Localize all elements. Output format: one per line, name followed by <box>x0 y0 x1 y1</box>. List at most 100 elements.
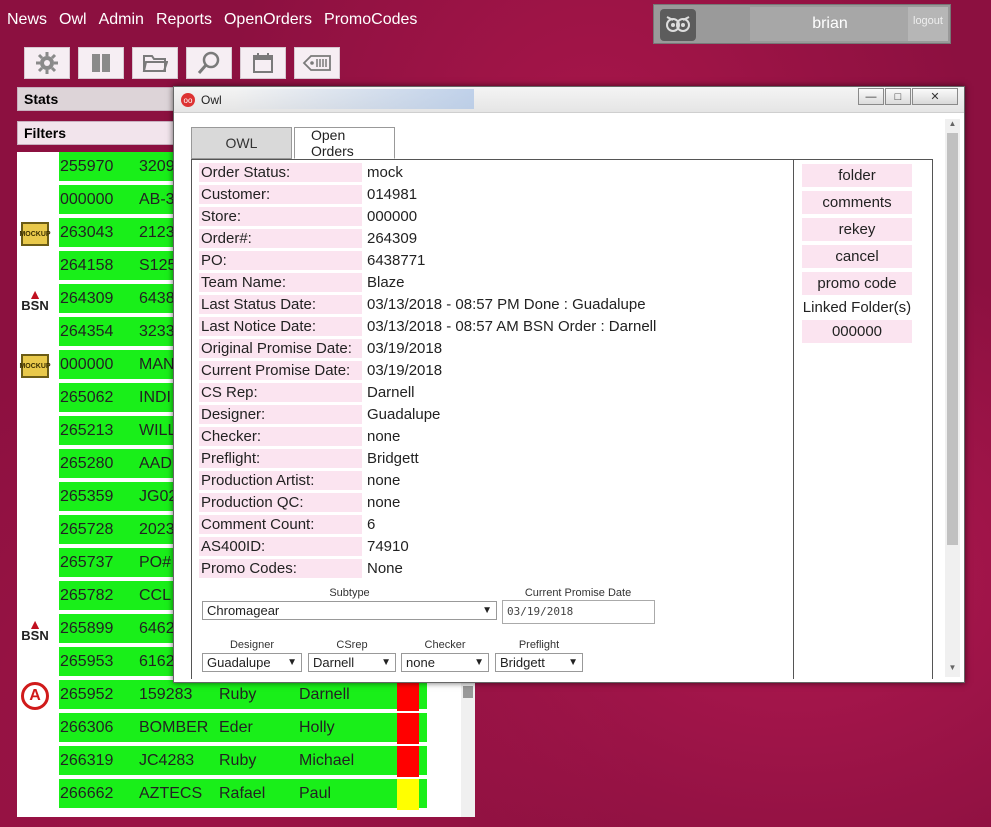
cancel-button[interactable]: cancel <box>802 245 912 268</box>
settings-button[interactable] <box>24 47 70 79</box>
columns-icon <box>92 54 110 72</box>
checker-select[interactable]: none ▼ <box>401 653 489 672</box>
cell-order: 265953 <box>60 653 114 670</box>
field-label: Production Artist: <box>199 471 362 490</box>
cell-po: BOMBER <box>139 719 209 736</box>
cell-po: 6462 <box>139 620 175 637</box>
linked-folder-link[interactable]: 000000 <box>802 320 912 343</box>
cell-a: Rafael <box>219 785 266 802</box>
cell-order: 266306 <box>60 719 114 736</box>
scroll-down-icon[interactable]: ▼ <box>945 663 960 677</box>
cell-a: Ruby <box>219 752 257 769</box>
promo-code-button[interactable]: promo code <box>802 272 912 295</box>
field-label: Comment Count: <box>199 515 362 534</box>
comments-button[interactable]: comments <box>802 191 912 214</box>
tag-button[interactable] <box>294 47 340 79</box>
subtype-value: Chromagear <box>207 603 280 618</box>
cell-order: 255970 <box>60 158 114 175</box>
empty-icon-cell <box>19 715 51 743</box>
checker-value: none <box>406 655 435 670</box>
scroll-up-icon[interactable]: ▲ <box>945 119 960 133</box>
order-row[interactable]: 266319 JC4283 Ruby Michael <box>17 746 475 777</box>
rekey-button[interactable]: rekey <box>802 218 912 241</box>
csrep-label: CSrep <box>336 639 368 651</box>
order-row[interactable]: 266662 AZTECS Rafael Paul <box>17 779 475 810</box>
cell-po: 3233 <box>139 323 175 340</box>
field-label: Original Promise Date: <box>199 339 362 358</box>
cell-order: 265782 <box>60 587 114 604</box>
status-indicator <box>397 680 419 711</box>
search-icon <box>197 51 220 74</box>
cell-b: Darnell <box>299 686 350 703</box>
cell-order: 265280 <box>60 455 114 472</box>
nav-admin[interactable]: Admin <box>99 11 144 29</box>
field-value: Blaze <box>367 274 405 291</box>
filters-bar[interactable]: Filters <box>17 121 177 145</box>
minimize-button[interactable]: — <box>858 88 884 105</box>
maximize-button[interactable]: □ <box>885 88 911 105</box>
folder-button[interactable] <box>132 47 178 79</box>
folder-button-action[interactable]: folder <box>802 164 912 187</box>
cell-order: 265062 <box>60 389 114 406</box>
field-value: none <box>367 472 401 489</box>
dialog-scrollbar[interactable]: ▲ ▼ <box>945 119 960 677</box>
field-value: none <box>367 428 401 445</box>
cell-po: 159283 <box>139 686 193 703</box>
cell-order: 264309 <box>60 290 114 307</box>
search-button[interactable] <box>186 47 232 79</box>
subtype-select[interactable]: Chromagear ▼ <box>202 601 497 620</box>
tab-owl[interactable]: OWL <box>191 127 292 159</box>
scroll-thumb[interactable] <box>947 133 958 545</box>
tag-icon <box>302 55 331 71</box>
field-value: none <box>367 494 401 511</box>
field-label: Designer: <box>199 405 362 424</box>
cell-po: 3209 <box>139 158 175 175</box>
field-value: mock <box>367 164 403 181</box>
calendar-icon <box>253 53 273 73</box>
preflight-label: Preflight <box>518 639 560 651</box>
nav-owl[interactable]: Owl <box>59 11 87 29</box>
nav-openorders[interactable]: OpenOrders <box>224 11 312 29</box>
chevron-down-icon: ▼ <box>474 657 484 668</box>
field-value: Darnell <box>367 384 415 401</box>
nav-reports[interactable]: Reports <box>156 11 212 29</box>
checker-label: Checker <box>424 639 466 651</box>
owl-avatar-icon <box>660 9 696 41</box>
close-button[interactable]: ✕ <box>912 88 958 105</box>
empty-icon-cell <box>19 154 51 182</box>
nav-promocodes[interactable]: PromoCodes <box>324 11 417 29</box>
order-row[interactable]: 266306 BOMBER Eder Holly <box>17 713 475 744</box>
columns-button[interactable] <box>78 47 124 79</box>
preflight-select[interactable]: Bridgett ▼ <box>495 653 583 672</box>
field-label: Store: <box>199 207 362 226</box>
user-box: brian logout <box>653 4 951 44</box>
promise-date-input[interactable]: 03/19/2018 <box>502 600 655 624</box>
cell-a: Eder <box>219 719 253 736</box>
field-label: Preflight: <box>199 449 362 468</box>
field-label: Last Notice Date: <box>199 317 362 336</box>
grid-scrollbar[interactable] <box>461 682 475 817</box>
csrep-select[interactable]: Darnell ▼ <box>308 653 396 672</box>
field-label: Production QC: <box>199 493 362 512</box>
dialog-titlebar[interactable]: oo Owl — □ ✕ <box>174 87 964 113</box>
username: brian <box>750 7 910 41</box>
stats-bar[interactable]: Stats <box>17 87 177 111</box>
chevron-down-icon: ▼ <box>568 657 578 668</box>
cell-po: 6162 <box>139 653 175 670</box>
cell-po: S125 <box>139 257 177 274</box>
tab-open-orders[interactable]: Open Orders <box>294 127 395 159</box>
nav-news[interactable]: News <box>7 11 47 29</box>
field-value: 6 <box>367 516 376 533</box>
order-detail-panel: Order Status: mock Customer: 014981 Store: 00… <box>191 159 933 679</box>
empty-icon-cell <box>19 550 51 578</box>
order-row[interactable]: A 265952 159283 Ruby Darnell <box>17 680 475 711</box>
field-label: Customer: <box>199 185 362 204</box>
field-value: 03/19/2018 <box>367 362 443 379</box>
field-value: 264309 <box>367 230 418 247</box>
logout-button[interactable]: logout <box>908 7 948 41</box>
cell-a: Ruby <box>219 686 257 703</box>
calendar-button[interactable] <box>240 47 286 79</box>
cell-po: AAD <box>139 455 172 472</box>
designer-select[interactable]: Guadalupe ▼ <box>202 653 302 672</box>
field-value: 014981 <box>367 186 418 203</box>
